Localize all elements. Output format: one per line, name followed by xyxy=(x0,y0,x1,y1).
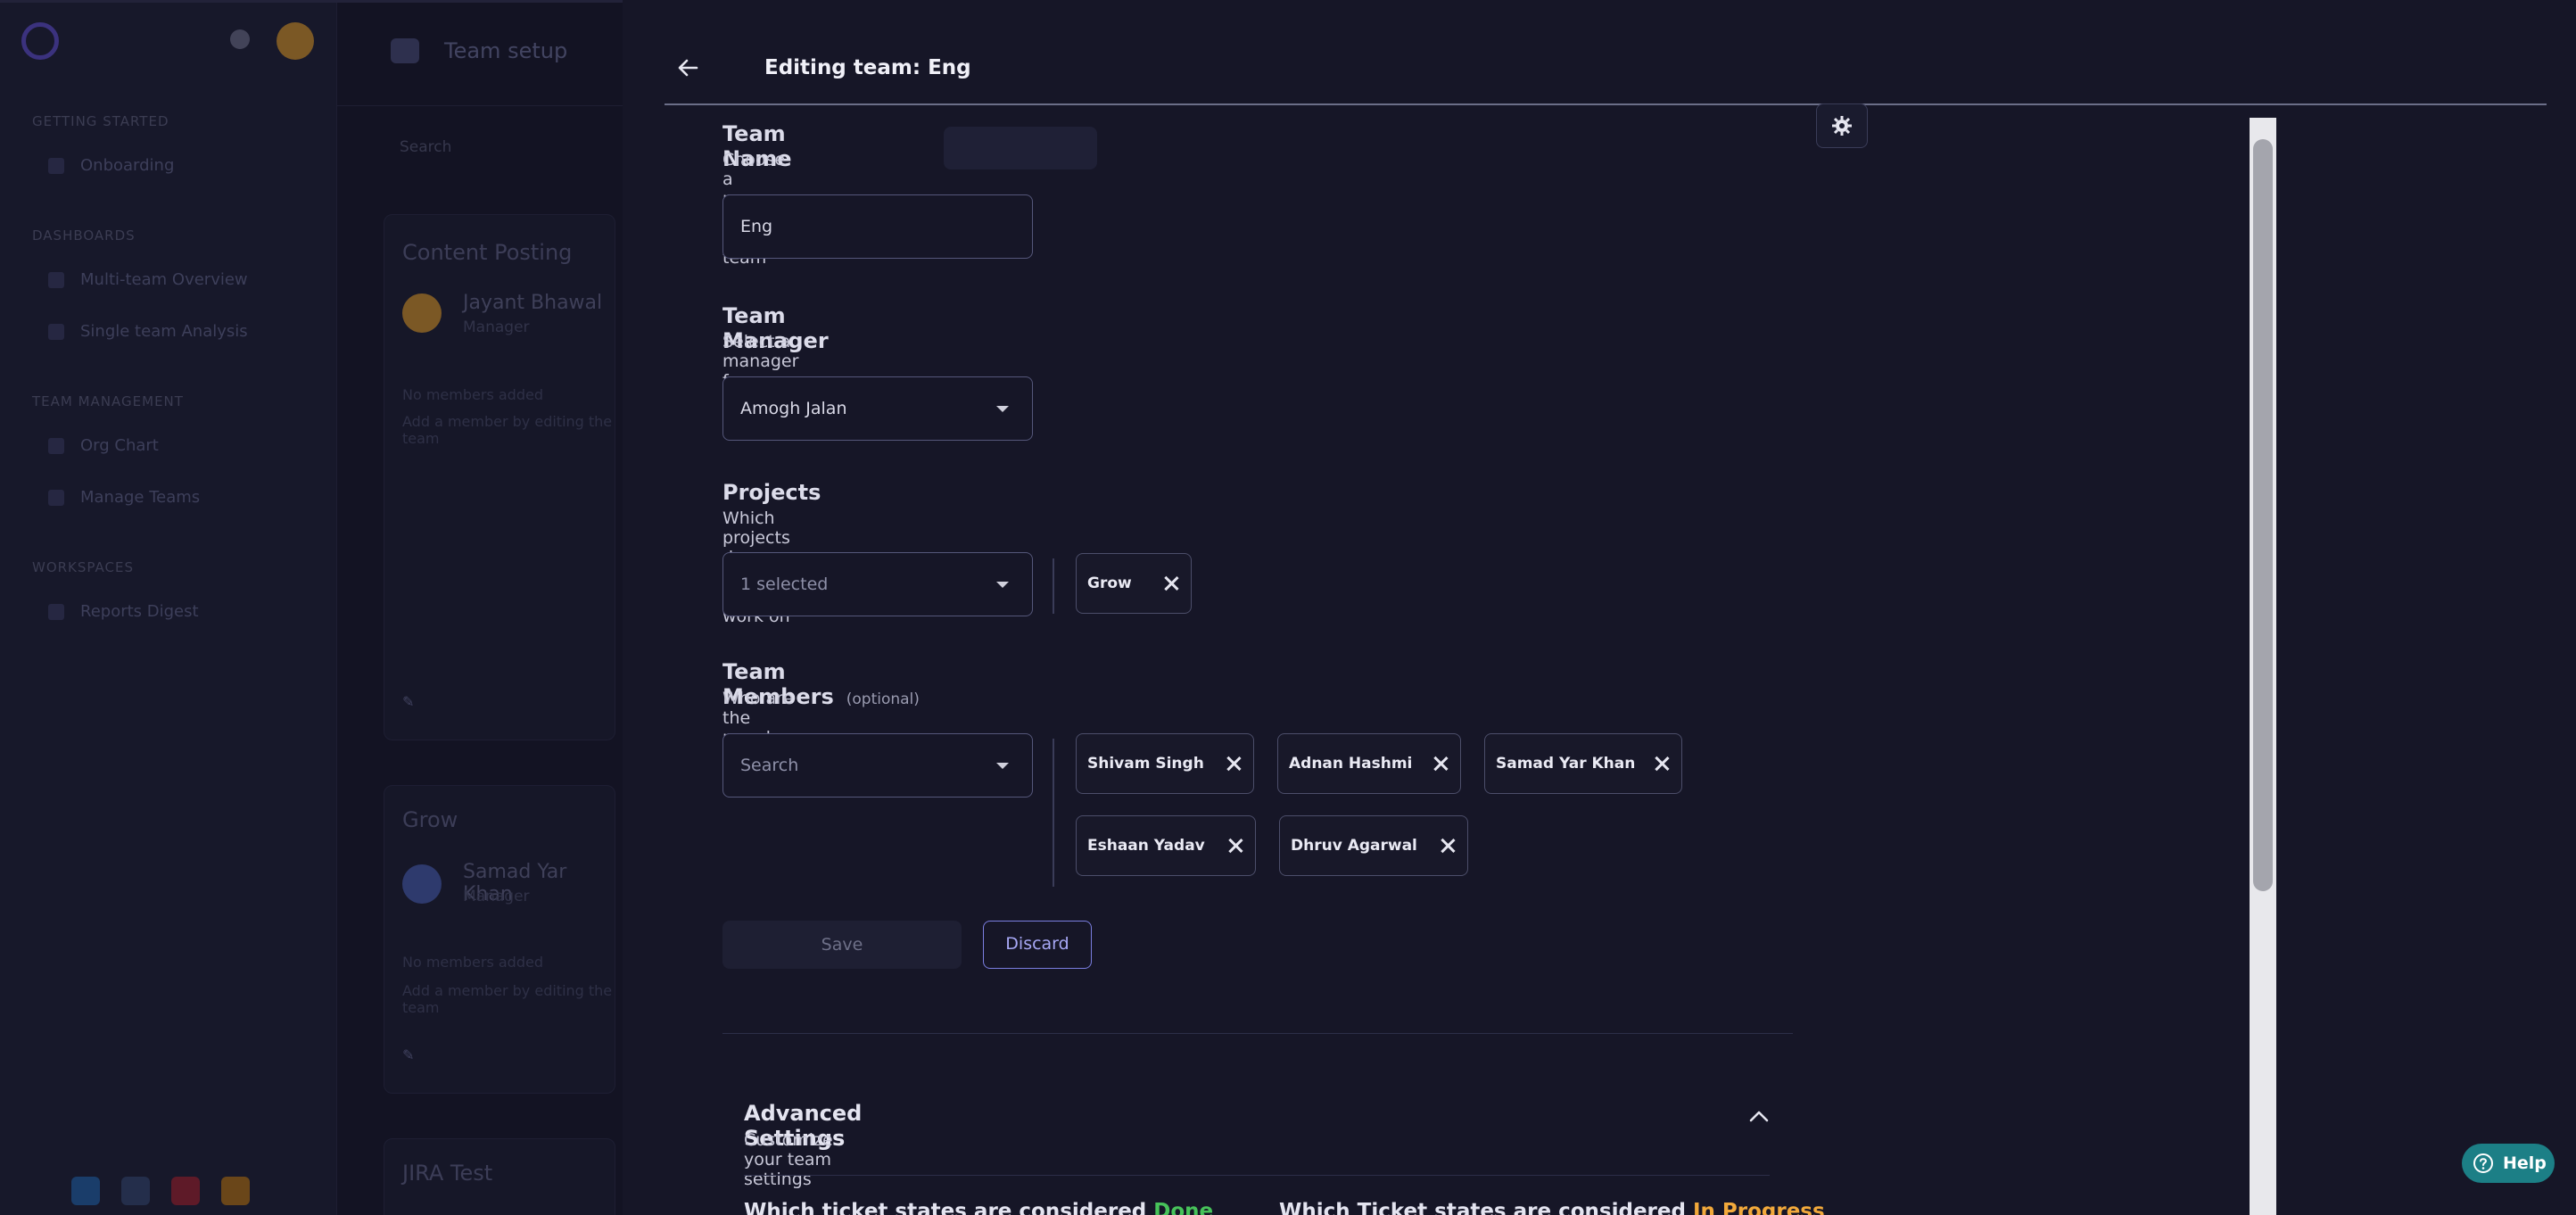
close-icon[interactable] xyxy=(1226,756,1241,771)
projects-select[interactable]: 1 selected xyxy=(722,552,1033,616)
divider xyxy=(1053,739,1054,887)
close-icon[interactable] xyxy=(1228,839,1243,853)
drawer-header: Editing team: Eng xyxy=(665,0,2547,105)
save-button[interactable]: Save xyxy=(722,921,962,969)
team-members-search-select[interactable]: Search xyxy=(722,733,1033,798)
gear-icon xyxy=(1832,116,1852,136)
settings-button[interactable] xyxy=(1816,103,1868,148)
member-chip-label: Dhruv Agarwal xyxy=(1291,837,1417,855)
member-chip-label: Samad Yar Khan xyxy=(1496,755,1636,773)
optional-label: (optional) xyxy=(846,690,920,708)
team-manager-select[interactable]: Amogh Jalan xyxy=(722,376,1033,441)
edit-team-drawer: Editing team: Eng Team Name Choose a nam… xyxy=(623,0,2576,1215)
back-arrow-icon[interactable] xyxy=(673,54,702,82)
projects-selected-count: 1 selected xyxy=(740,574,829,594)
advanced-settings-description: Customize your team settings xyxy=(744,1130,833,1189)
member-chip-label: Shivam Singh xyxy=(1087,755,1204,773)
divider xyxy=(1053,558,1054,614)
member-chip-label: Adnan Hashmi xyxy=(1289,755,1413,773)
member-chip: Samad Yar Khan xyxy=(1484,733,1682,794)
divider xyxy=(744,1175,1770,1176)
done-states-question: Which ticket states are considered Done xyxy=(744,1200,1213,1215)
team-manager-selected-value: Amogh Jalan xyxy=(740,399,847,418)
in-progress-states-question: Which Ticket states are considered In Pr… xyxy=(1279,1200,1825,1215)
question-circle-icon xyxy=(2473,1153,2493,1173)
close-icon[interactable] xyxy=(1164,576,1178,591)
member-chip: Adnan Hashmi xyxy=(1277,733,1461,794)
team-name-input[interactable]: Eng xyxy=(722,194,1033,259)
drawer-title: Editing team: Eng xyxy=(764,56,971,79)
close-icon[interactable] xyxy=(1441,839,1455,853)
ghost-button xyxy=(944,127,1097,169)
member-chip: Dhruv Agarwal xyxy=(1279,815,1468,876)
in-progress-states-question-text: Which Ticket states are considered xyxy=(1279,1200,1693,1215)
in-progress-label: In Progress xyxy=(1692,1200,1825,1215)
done-label: Done xyxy=(1153,1200,1214,1215)
project-chip-label: Grow xyxy=(1087,574,1132,592)
chevron-up-icon[interactable] xyxy=(1746,1103,1771,1128)
member-chip: Eshaan Yadav xyxy=(1076,815,1256,876)
team-members-search-placeholder: Search xyxy=(740,756,799,775)
done-states-question-text: Which ticket states are considered xyxy=(744,1200,1154,1215)
member-chip: Shivam Singh xyxy=(1076,733,1254,794)
close-icon[interactable] xyxy=(1433,756,1448,771)
project-chip-grow: Grow xyxy=(1076,553,1192,614)
divider xyxy=(722,1033,1793,1034)
projects-title: Projects xyxy=(722,480,822,505)
chevron-down-icon xyxy=(996,763,1009,769)
help-button[interactable]: Help xyxy=(2462,1144,2555,1183)
scrollbar-thumb[interactable] xyxy=(2253,139,2273,891)
close-icon[interactable] xyxy=(1655,756,1669,771)
chevron-down-icon xyxy=(996,406,1009,412)
drawer-scrollbar[interactable] xyxy=(2250,118,2276,1215)
chevron-down-icon xyxy=(996,582,1009,588)
help-label: Help xyxy=(2503,1153,2547,1173)
discard-button[interactable]: Discard xyxy=(983,921,1092,969)
member-chip-label: Eshaan Yadav xyxy=(1087,837,1205,855)
